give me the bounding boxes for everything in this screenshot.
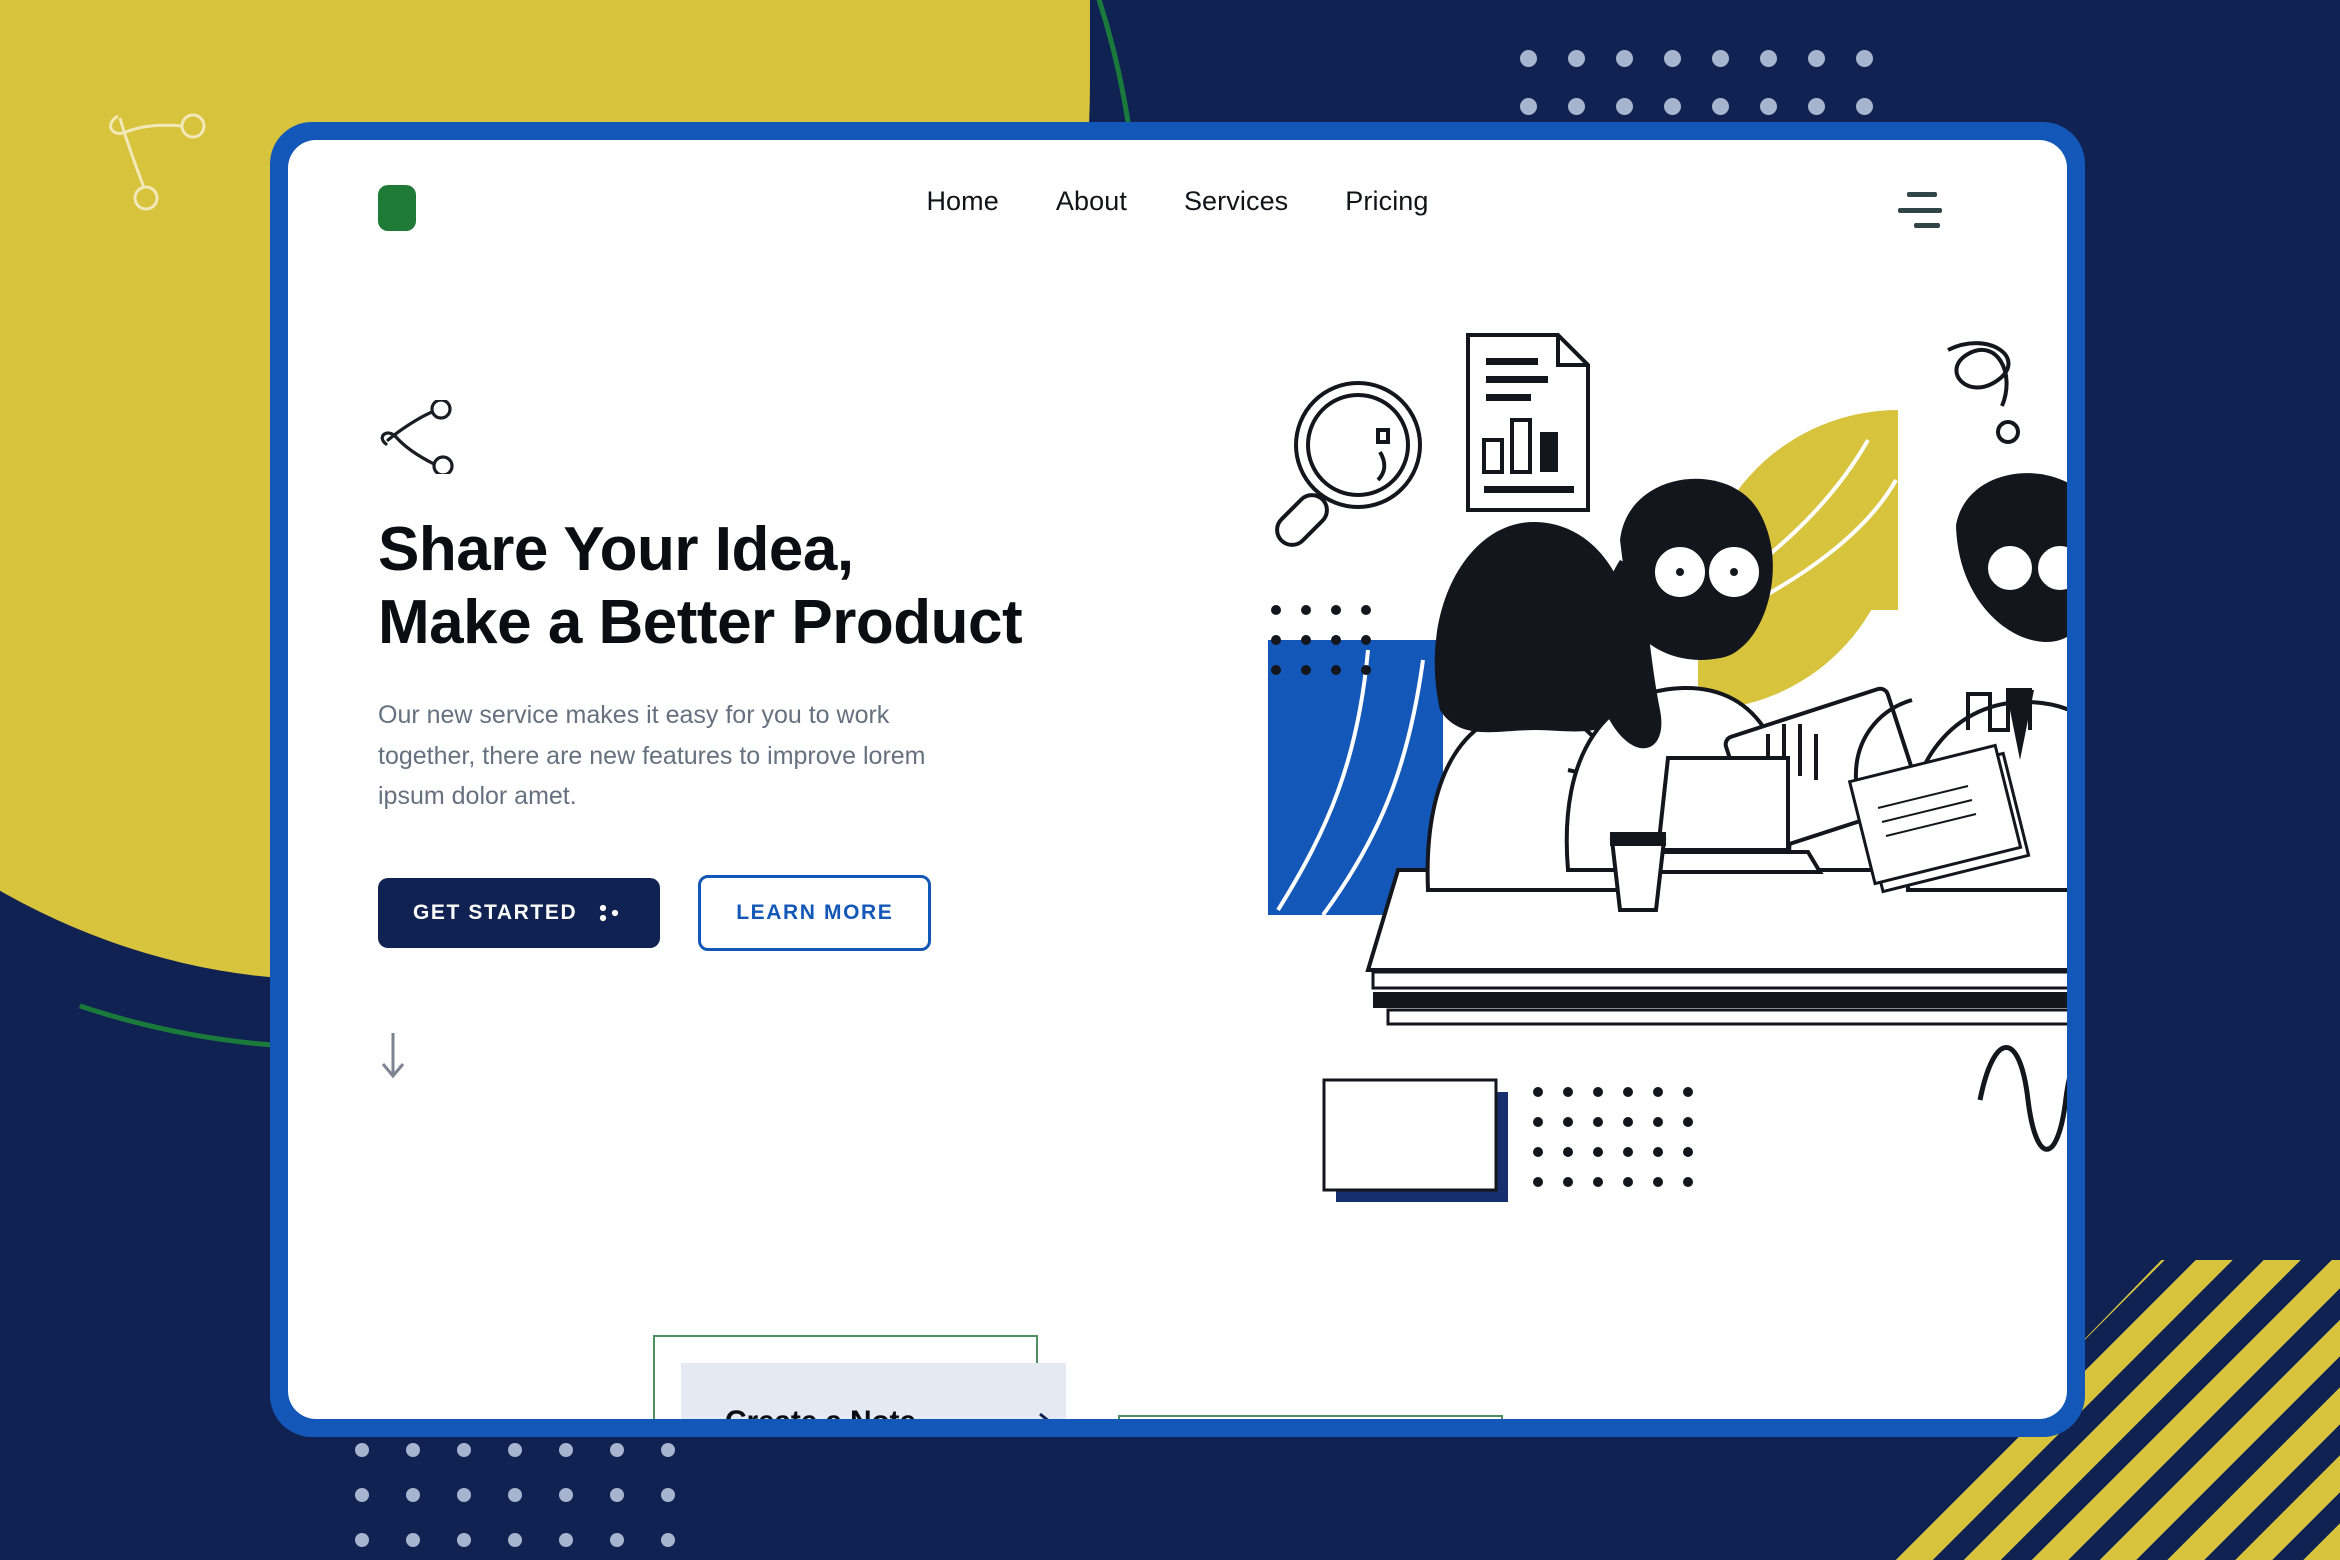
feature-card-title: Create a Note — [725, 1405, 916, 1419]
page-title: Share Your Idea, Make a Better Product — [378, 515, 1023, 658]
nav-item-pricing[interactable]: Pricing — [1345, 186, 1428, 217]
hamburger-bar-1 — [1907, 192, 1937, 197]
dot-grid-illustration — [1533, 1087, 1693, 1187]
browser-card: Home About Services Pricing Share Your I… — [288, 140, 2067, 1419]
dot-arrow-icon — [600, 904, 619, 921]
meeting-table — [1365, 868, 2067, 1026]
get-started-button[interactable]: GET STARTED — [378, 877, 661, 948]
arrow-down-icon[interactable] — [378, 1031, 408, 1085]
hero-subcopy: Our new service makes it easy for you to… — [378, 701, 926, 811]
share-network-squiggle-icon — [109, 113, 206, 211]
squiggle-line — [1947, 341, 2020, 444]
feature-card-title-row: Create a Note — [725, 1405, 1055, 1419]
learn-more-button[interactable]: LEARN MORE — [698, 874, 932, 951]
magnifier-icon — [1275, 381, 1422, 547]
nav-links: Home About Services Pricing — [288, 186, 2067, 217]
page-root: Home About Services Pricing Share Your I… — [0, 0, 2340, 1560]
get-started-label: GET STARTED — [413, 900, 578, 924]
browser-card-frame: Home About Services Pricing Share Your I… — [270, 122, 2085, 1437]
hamburger-menu-icon[interactable] — [1898, 192, 1942, 228]
share-network-squiggle-icon — [380, 398, 454, 477]
feature-card-share-to-other[interactable]: Share to Other Let‘s work together & mak… — [1118, 1415, 1503, 1419]
cta-row: GET STARTED LEARN MORE — [378, 874, 1098, 951]
nav-item-services[interactable]: Services — [1184, 186, 1288, 217]
coffee-cup — [1609, 832, 1667, 912]
learn-more-label: LEARN MORE — [736, 900, 894, 924]
nav-item-home[interactable]: Home — [926, 186, 998, 217]
hamburger-bar-3 — [1914, 223, 1940, 228]
hamburger-bar-2 — [1898, 207, 1942, 213]
outlined-box — [1322, 1078, 1508, 1202]
feature-card-outline — [1118, 1415, 1503, 1419]
wave-squiggle-icon — [1977, 1045, 2067, 1152]
arrow-right-icon[interactable] — [1015, 1411, 1055, 1419]
feature-card-create-a-note[interactable]: Create a Note Let‘s work together & make… — [653, 1335, 1066, 1419]
navbar: Home About Services Pricing — [288, 140, 2067, 270]
feature-card-panel: Create a Note Let‘s work together & make… — [681, 1363, 1066, 1419]
hero-section: Share Your Idea, Make a Better Product O… — [378, 398, 1098, 1090]
dot-grid-bottom-left — [355, 1443, 712, 1560]
report-document-icon — [1466, 333, 1590, 512]
nav-item-about[interactable]: About — [1056, 186, 1127, 217]
team-collaboration-illustration — [1268, 333, 2067, 1202]
